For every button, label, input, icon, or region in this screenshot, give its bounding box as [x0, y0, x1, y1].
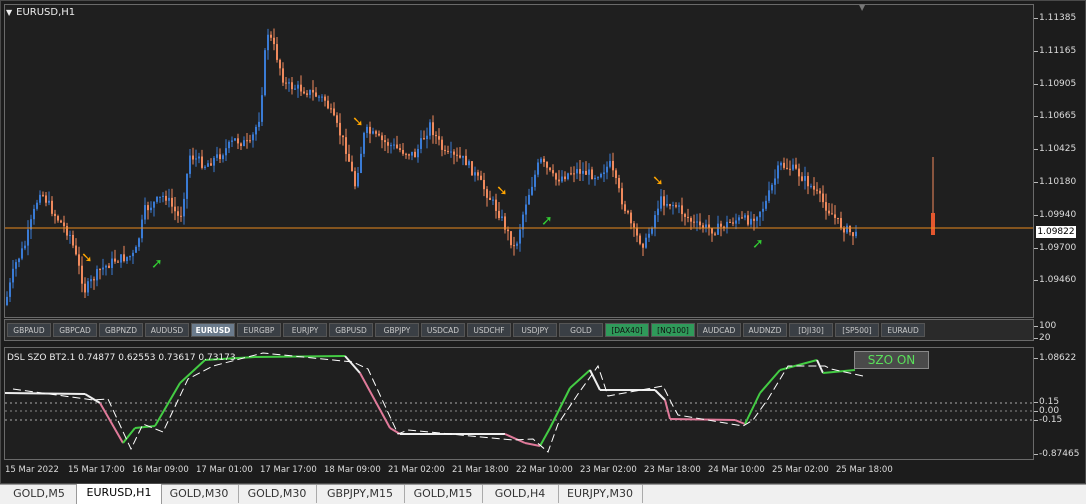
price-tick: 1.10905	[1033, 79, 1077, 89]
indicator-tick: 1.08622	[1033, 353, 1077, 363]
symbol-button-gold[interactable]: GOLD	[559, 323, 603, 337]
time-tick: 15 Mar 17:00	[68, 465, 125, 475]
chart-window: ➘ ➘ ➘ ➘ ➚ ➚ ➚ ▼ EURUSD,H1 ▼ 1.11385 1.11165 1.1…	[0, 0, 1086, 484]
time-tick: 23 Mar 18:00	[644, 465, 701, 475]
price-tick: 1.11385	[1033, 13, 1077, 23]
symbol-button-gbpaud[interactable]: GBPAUD	[7, 323, 51, 337]
dropdown-arrow-icon[interactable]: ▼	[6, 8, 12, 17]
symbol-bar: GBPAUD GBPCAD GBPNZD AUDUSD EURUSD EURGBP EURJ…	[4, 319, 1034, 341]
price-tick: 1.11165	[1033, 46, 1077, 56]
svg-text:➚: ➚	[752, 236, 764, 252]
svg-text:➘: ➘	[496, 183, 508, 199]
time-tick: 23 Mar 02:00	[580, 465, 637, 475]
candle-chart: ➘ ➘ ➘ ➘ ➚ ➚ ➚	[5, 28, 1033, 307]
time-tick: 17 Mar 17:00	[260, 465, 317, 475]
time-tick: 24 Mar 10:00	[708, 465, 765, 475]
tab-gold-m15[interactable]: GOLD,M15	[404, 485, 483, 503]
price-tick: 1.10665	[1033, 111, 1077, 121]
symbol-button-eurjpy[interactable]: EURJPY	[283, 323, 327, 337]
symbol-button-usdjpy[interactable]: USDJPY	[513, 323, 557, 337]
symbol-button-gbpusd[interactable]: GBPUSD	[329, 323, 373, 337]
time-tick: 21 Mar 18:00	[452, 465, 509, 475]
indicator-tick: -0.15	[1033, 415, 1063, 425]
symbar-tick: 100	[1033, 321, 1057, 331]
symbol-button-gbpcad[interactable]: GBPCAD	[53, 323, 97, 337]
price-tick: 1.10180	[1033, 177, 1077, 187]
symbol-button-audcad[interactable]: AUDCAD	[697, 323, 741, 337]
svg-text:➚: ➚	[541, 213, 553, 229]
svg-text:➘: ➘	[352, 114, 364, 130]
symbol-button-nq100[interactable]: [NQ100]	[651, 323, 695, 337]
symbar-tick: 20	[1033, 333, 1051, 343]
symbol-button-audnzd[interactable]: AUDNZD	[743, 323, 787, 337]
symbol-button-audusd[interactable]: AUDUSD	[145, 323, 189, 337]
symbol-button-dji30[interactable]: [DJI30]	[789, 323, 833, 337]
symbol-button-dax40[interactable]: [DAX40]	[605, 323, 649, 337]
time-tick: 17 Mar 01:00	[196, 465, 253, 475]
chart-title-text: EURUSD,H1	[16, 7, 76, 18]
price-tick: 1.09460	[1033, 275, 1077, 285]
time-tick: 15 Mar 2022	[5, 465, 59, 475]
chart-tabs: GOLD,M5 EURUSD,H1 GOLD,M30 GOLD,M30 GBPJPY,M…	[0, 484, 1086, 504]
tab-gold-m5[interactable]: GOLD,M5	[2, 485, 77, 503]
indicator-scale[interactable]: 1.08622 0.15 0.00 -0.15 -0.87465	[1033, 347, 1085, 461]
tab-eurjpy-m30[interactable]: EURJPY,M30	[558, 485, 643, 503]
scroll-marker-icon: ▼	[859, 3, 866, 12]
price-tick: 1.09700	[1033, 243, 1077, 253]
indicator-label: DSL SZO BT2.1 0.74877 0.62553 0.73617 0.…	[7, 353, 236, 363]
time-tick: 22 Mar 10:00	[516, 465, 573, 475]
symbol-button-gbpnzd[interactable]: GBPNZD	[99, 323, 143, 337]
time-tick: 25 Mar 02:00	[772, 465, 829, 475]
szo-on-button[interactable]: SZO ON	[854, 351, 929, 369]
tab-gold-h4[interactable]: GOLD,H4	[482, 485, 559, 503]
price-scale[interactable]: 1.11385 1.11165 1.10905 1.10665 1.10425 …	[1033, 1, 1085, 319]
symbol-button-sp500[interactable]: [SP500]	[835, 323, 879, 337]
tab-gold-m30[interactable]: GOLD,M30	[160, 485, 239, 503]
time-tick: 25 Mar 18:00	[836, 465, 893, 475]
price-tick: 1.09940	[1033, 210, 1077, 220]
symbol-button-eurgbp[interactable]: EURGBP	[237, 323, 281, 337]
symbol-button-usdcad[interactable]: USDCAD	[421, 323, 465, 337]
tab-gold-m30[interactable]: GOLD,M30	[238, 485, 317, 503]
tab-gbpjpy-m15[interactable]: GBPJPY,M15	[316, 485, 405, 503]
time-tick: 21 Mar 02:00	[388, 465, 445, 475]
symbol-button-gbpjpy[interactable]: GBPJPY	[375, 323, 419, 337]
symbol-button-euraud[interactable]: EURAUD	[881, 323, 925, 337]
indicator-tick: -0.87465	[1033, 449, 1080, 459]
symbol-button-usdchf[interactable]: USDCHF	[467, 323, 511, 337]
time-tick: 18 Mar 09:00	[324, 465, 381, 475]
time-axis[interactable]: 15 Mar 2022 15 Mar 17:00 16 Mar 09:00 17…	[1, 461, 1035, 479]
svg-text:➚: ➚	[151, 256, 163, 272]
current-price-tag: 1.09822	[1036, 226, 1076, 238]
svg-text:➘: ➘	[81, 250, 93, 266]
time-tick: 16 Mar 09:00	[132, 465, 189, 475]
svg-text:➘: ➘	[652, 173, 664, 189]
chart-title: ▼ EURUSD,H1	[6, 7, 75, 18]
symbar-scale: 100 20	[1033, 319, 1085, 347]
symbol-button-eurusd[interactable]: EURUSD	[191, 323, 235, 337]
tab-eurusd-h1[interactable]: EURUSD,H1	[76, 484, 162, 504]
price-tick: 1.10425	[1033, 144, 1077, 154]
price-pane[interactable]: ➘ ➘ ➘ ➘ ➚ ➚ ➚	[4, 4, 1034, 318]
